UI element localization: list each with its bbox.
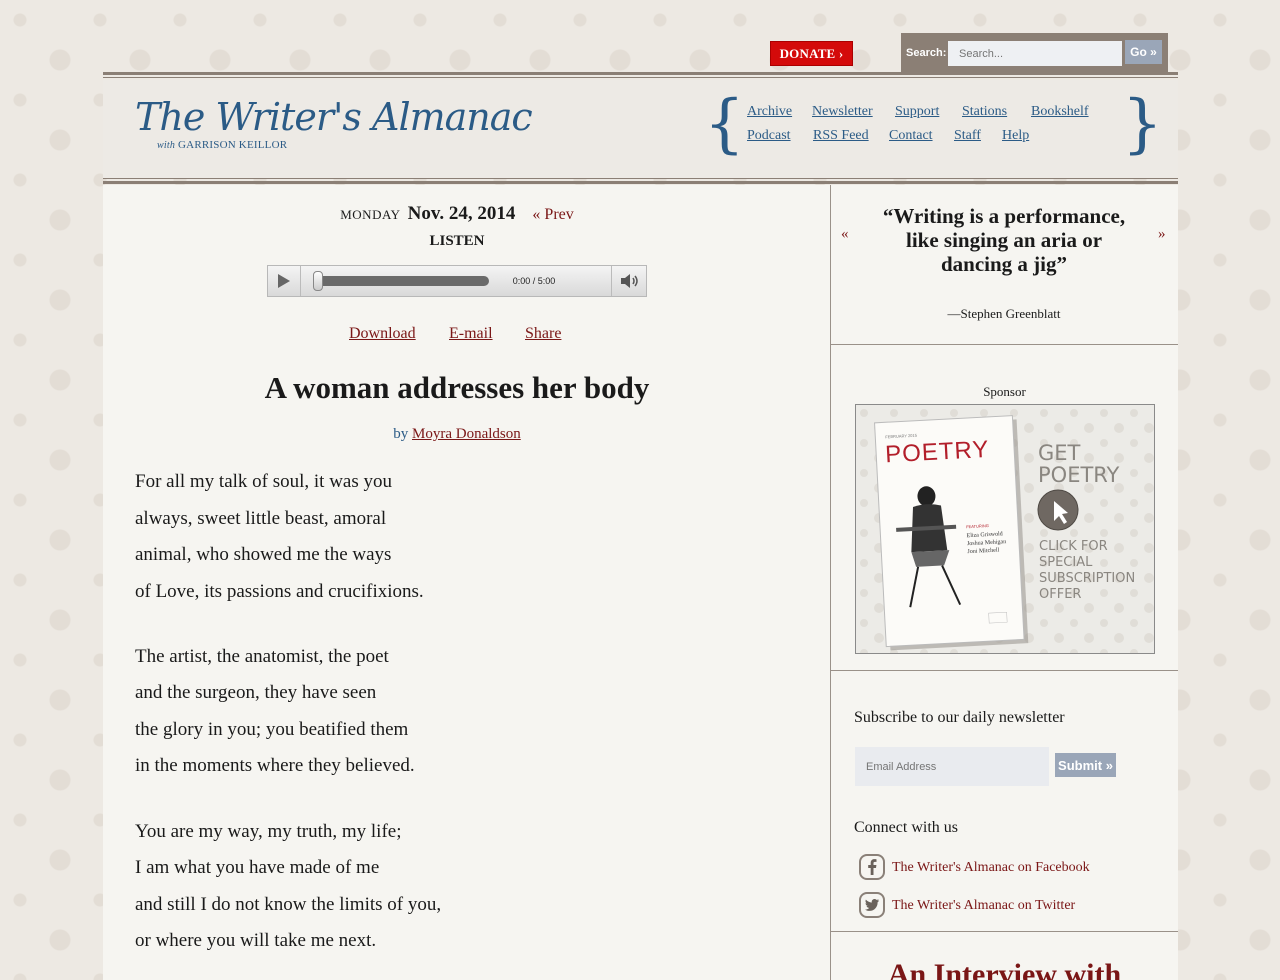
share-link[interactable]: Share [525,325,561,343]
facebook-link[interactable]: The Writer's Almanac on Facebook [892,860,1090,876]
header-bottom-rule [103,181,1178,184]
sidebar-divider [831,931,1178,932]
newsletter-submit-button[interactable]: Submit » [1055,753,1116,777]
poem-line: I am what you have made of me [135,857,380,878]
site-logo[interactable]: The Writer's Almanac [133,92,543,140]
prev-episode-link[interactable]: « Prev [532,206,573,223]
poem-byline: by Moyra Donaldson [103,426,811,443]
audio-progress-handle[interactable] [313,271,323,291]
column-divider [830,185,831,980]
poetry-ad-image: FEBRUARY 2015 POETRY FEATURING Eliza Gri… [856,405,1154,653]
speaker-icon [620,274,638,288]
svg-text:CLICK FOR: CLICK FOR [1039,539,1108,554]
donate-button[interactable]: DONATE › [770,41,853,66]
nav-stations[interactable]: Stations [962,104,1007,120]
header-top-rule [103,72,1178,75]
poem-line: in the moments where they believed. [135,755,415,776]
svg-text:OFFER: OFFER [1039,587,1081,602]
left-brace-decoration: { [704,87,745,161]
right-brace-decoration: } [1122,87,1163,161]
play-button[interactable] [268,266,301,296]
poem-line: the glory in you; you beatified them [135,719,409,740]
quote-author: —Stephen Greenblatt [947,306,1061,321]
quote-next-arrow[interactable]: » [1158,226,1166,243]
logo-wordmark: The Writer's Almanac [135,95,532,139]
newsletter-email-input[interactable] [855,747,1049,786]
search-input[interactable] [948,41,1122,66]
svg-text:GET: GET [1038,441,1081,465]
sponsor-label: Sponsor [983,384,1026,399]
svg-text:POETRY: POETRY [885,436,991,468]
poem-line: The artist, the anatomist, the poet [135,646,389,667]
byline-by: by [393,426,409,442]
logo-subtitle: with GARRISON KEILLOR [157,139,288,151]
nav-help[interactable]: Help [1002,128,1029,144]
play-icon [278,274,290,288]
poem-line: You are my way, my truth, my life; [135,821,402,842]
svg-text:POETRY: POETRY [1038,463,1120,487]
sidebar-divider [831,344,1178,345]
search-go-button[interactable]: Go » [1125,40,1162,64]
svg-text:SUBSCRIPTION: SUBSCRIPTION [1039,571,1135,586]
poem-line: and still I do not know the limits of yo… [135,894,442,915]
interview-heading[interactable]: An Interview with [831,958,1178,980]
volume-button[interactable] [611,266,647,296]
twitter-icon[interactable] [859,892,885,918]
nav-bookshelf[interactable]: Bookshelf [1031,104,1089,120]
newsletter-heading: Subscribe to our daily newsletter [854,709,1065,726]
poem-line: of Love, its passions and crucifixions. [135,581,424,602]
nav-contact[interactable]: Contact [889,128,933,144]
header-bottom-rule-thin [103,178,1178,179]
featured-quote: “Writing is a performance, like singing … [882,204,1126,276]
nav-support[interactable]: Support [895,104,939,120]
nav-podcast[interactable]: Podcast [747,128,791,144]
episode-date-line: MONDAY Nov. 24, 2014 « Prev [103,203,811,225]
sidebar-divider [831,670,1178,671]
poem-line: always, sweet little beast, amoral [135,508,387,529]
audio-time-display: 0:00 / 5:00 [512,276,556,286]
poem-line: For all my talk of soul, it was you [135,471,393,492]
poetry-ad-banner[interactable]: FEBRUARY 2015 POETRY FEATURING Eliza Gri… [855,404,1155,654]
nav-rss-feed[interactable]: RSS Feed [813,128,869,144]
poem-line: or where you will take me next. [135,930,377,951]
download-link[interactable]: Download [349,325,416,343]
header-top-rule-thin [103,77,1178,78]
facebook-icon[interactable] [859,854,885,880]
svg-text:SPECIAL: SPECIAL [1039,555,1093,570]
search-label: Search: [906,47,947,59]
nav-archive[interactable]: Archive [747,104,792,120]
quote-prev-arrow[interactable]: « [841,226,849,243]
nav-newsletter[interactable]: Newsletter [812,104,873,120]
email-link[interactable]: E-mail [449,325,493,343]
twitter-link[interactable]: The Writer's Almanac on Twitter [892,898,1075,914]
nav-staff[interactable]: Staff [954,128,981,144]
episode-date: Nov. 24, 2014 [407,203,516,224]
audio-progress-track[interactable] [316,276,489,286]
connect-heading: Connect with us [854,819,958,836]
episode-day-of-week: MONDAY [340,207,401,222]
poem-line: animal, who showed me the ways [135,544,392,565]
poem-title: A woman addresses her body [264,370,650,405]
poem-author-link[interactable]: Moyra Donaldson [412,426,521,442]
poem-line: and the surgeon, they have seen [135,682,377,703]
listen-heading: LISTEN [429,233,485,249]
